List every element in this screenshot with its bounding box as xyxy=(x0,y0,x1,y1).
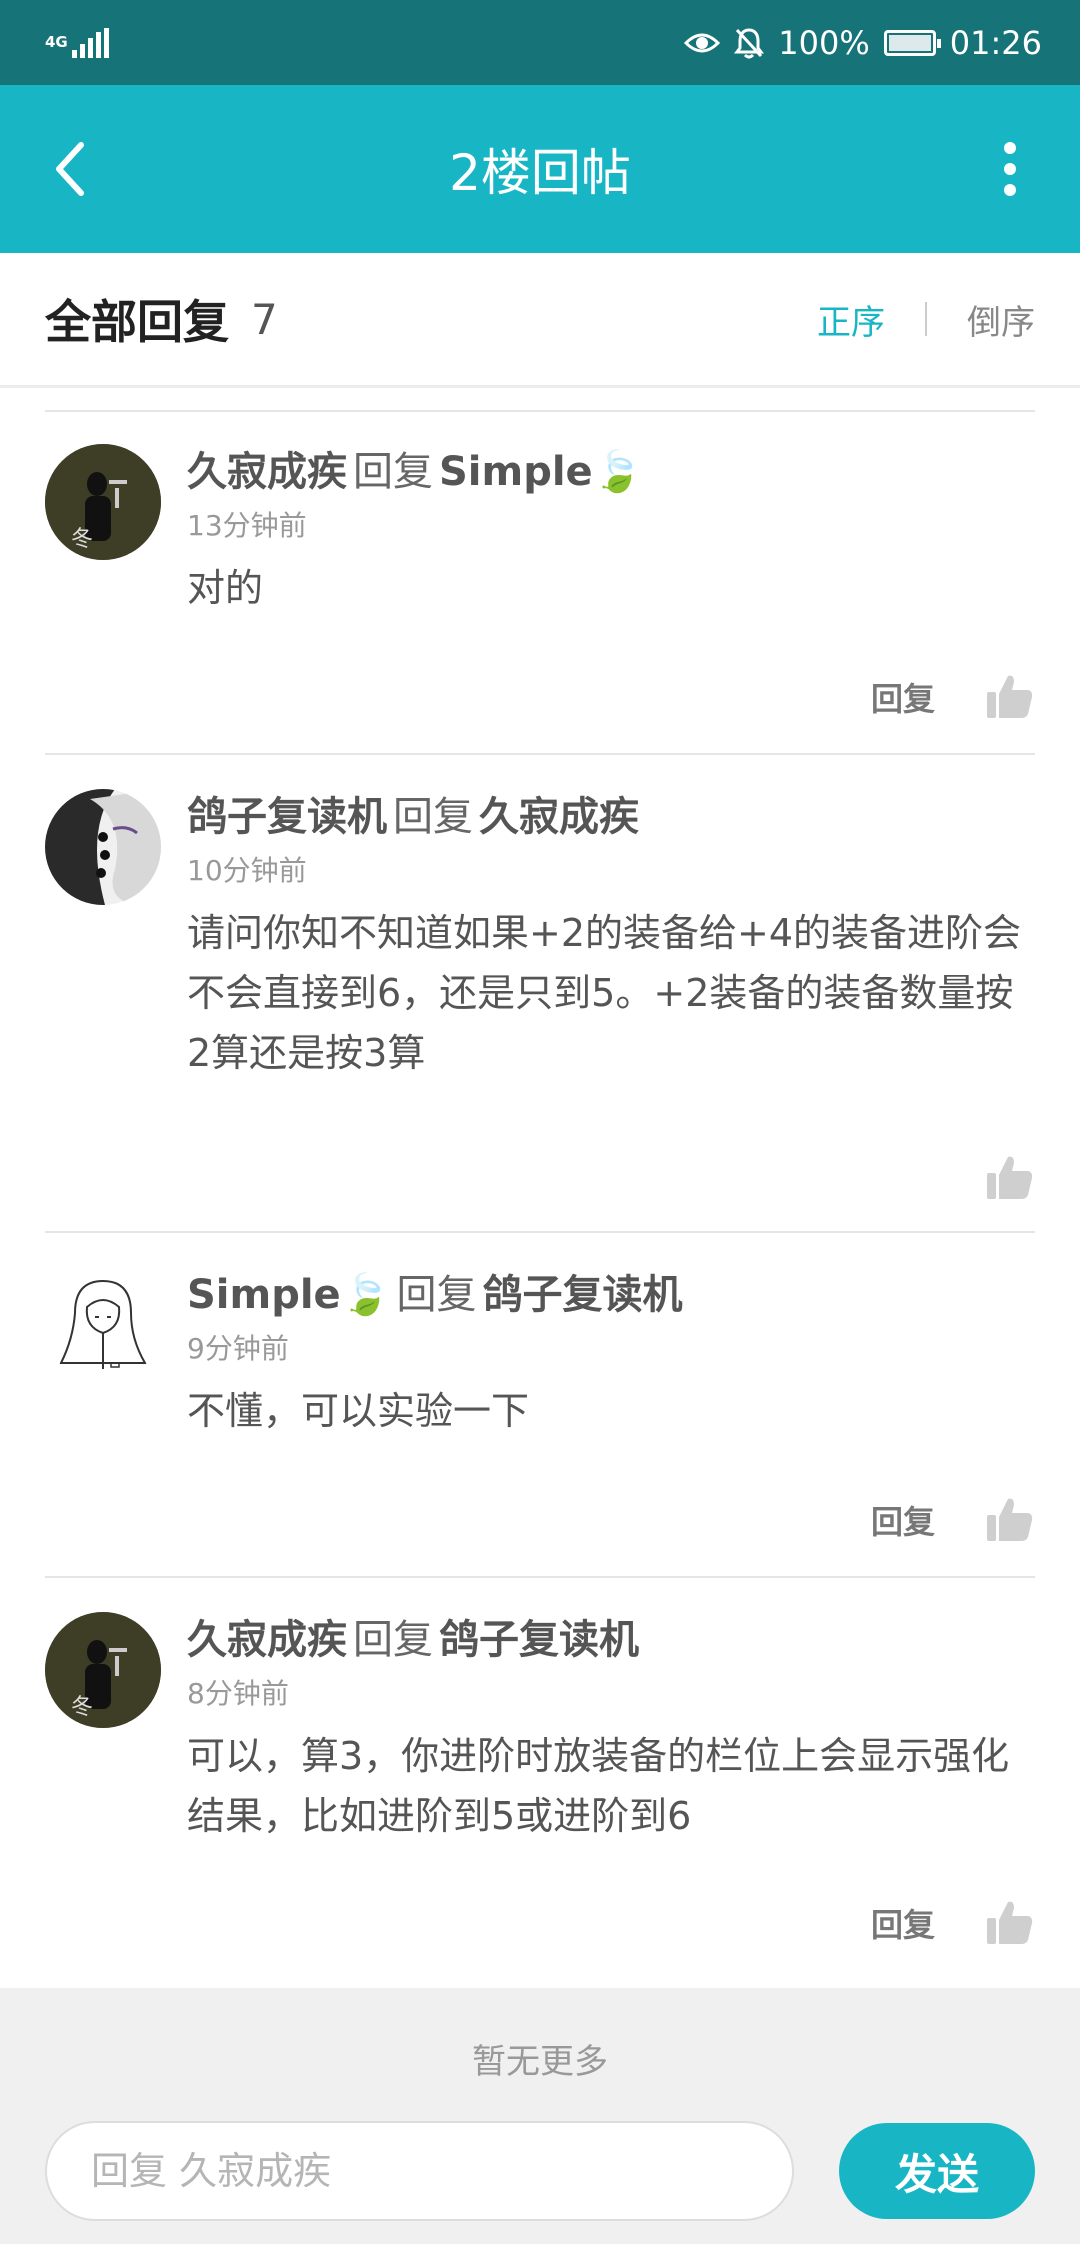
all-replies-label: 全部回复 xyxy=(45,295,229,349)
page-title: 2楼回帖 xyxy=(449,144,631,202)
thumbs-up-icon[interactable] xyxy=(985,1495,1035,1545)
battery-percent: 100% xyxy=(778,23,870,62)
author-name[interactable]: 鸽子复读机 xyxy=(187,794,387,840)
reply-target-name[interactable]: 久寂成疾 xyxy=(479,794,639,840)
signal-indicator: 4G xyxy=(45,27,109,58)
comment-item: 冬 久寂成疾 回复 Simple🍃 13分钟前 对的 回复 xyxy=(45,410,1035,755)
clock: 01:26 xyxy=(949,23,1042,62)
reply-target-name[interactable]: 鸽子复读机 xyxy=(482,1272,682,1318)
thumbs-up-icon[interactable] xyxy=(985,1153,1035,1203)
comment-text: 对的 xyxy=(187,566,264,610)
comment-item: 冬 久寂成疾 回复 鸽子复读机 8分钟前 可以，算3，你进阶时放装备的栏位上会显示强… xyxy=(45,1578,1035,1988)
reply-input-bar: 发送 xyxy=(0,2098,1080,2244)
sort-options: 正序 倒序 xyxy=(817,295,1035,344)
avatar[interactable] xyxy=(45,789,161,905)
comment-item: 鸽子复读机 回复 久寂成疾 10分钟前 请问你知不知道如果+2的装备给+4的装备进阶… xyxy=(45,755,1035,1233)
reply-button[interactable]: 回复 xyxy=(871,1497,935,1543)
reply-target-name[interactable]: 鸽子复读机 xyxy=(439,1617,639,1663)
battery-icon xyxy=(883,29,941,56)
comment-time: 13分钟前 xyxy=(187,509,307,542)
reply-button[interactable]: 回复 xyxy=(871,674,935,720)
comment-text: 请问你知不知道如果+2的装备给+4的装备进阶会不会直接到6，还是只到5。+2装备… xyxy=(187,911,1022,1075)
title-bar: 2楼回帖 xyxy=(0,85,1080,253)
avatar[interactable]: 冬 xyxy=(45,1612,161,1728)
comment-item: Simple🍃 回复 鸽子复读机 9分钟前 不懂，可以实验一下 回复 xyxy=(45,1233,1035,1578)
sort-descending-tab[interactable]: 倒序 xyxy=(967,295,1035,344)
avatar[interactable]: 冬 xyxy=(45,444,161,560)
eye-icon xyxy=(684,33,721,52)
mute-bell-icon xyxy=(734,27,765,58)
comment-time: 9分钟前 xyxy=(187,1332,289,1365)
comment-text: 不懂，可以实验一下 xyxy=(187,1389,530,1433)
signal-icon xyxy=(71,27,109,58)
comment-text: 可以，算3，你进阶时放装备的栏位上会显示强化结果，比如进阶到5或进阶到6 xyxy=(187,1734,1010,1838)
comment-header: 久寂成疾 回复 Simple🍃 xyxy=(187,449,643,495)
network-type: 4G xyxy=(45,33,68,51)
author-name[interactable]: Simple🍃 xyxy=(187,1272,390,1318)
comment-time: 8分钟前 xyxy=(187,1677,289,1710)
reply-input[interactable] xyxy=(45,2121,794,2221)
more-options-button[interactable] xyxy=(980,129,1040,209)
comment-header: 久寂成疾 回复 鸽子复读机 xyxy=(187,1617,639,1663)
reply-button[interactable]: 回复 xyxy=(871,1900,935,1946)
author-name[interactable]: 久寂成疾 xyxy=(187,1617,347,1663)
send-button[interactable]: 发送 xyxy=(839,2123,1035,2219)
sort-ascending-tab[interactable]: 正序 xyxy=(817,295,885,344)
thumbs-up-icon[interactable] xyxy=(985,1898,1035,1948)
comment-header: Simple🍃 回复 鸽子复读机 xyxy=(187,1272,683,1318)
thumbs-up-icon[interactable] xyxy=(985,672,1035,722)
sort-divider xyxy=(925,302,927,336)
sort-bar: 全部回复 7 正序 倒序 xyxy=(0,253,1080,388)
svg-text:冬: 冬 xyxy=(71,527,93,552)
no-more-label: 暂无更多 xyxy=(0,1988,1080,2098)
chevron-left-icon xyxy=(56,142,84,196)
avatar[interactable] xyxy=(45,1267,161,1383)
author-name[interactable]: 久寂成疾 xyxy=(187,449,347,495)
comment-header: 鸽子复读机 回复 久寂成疾 xyxy=(187,794,639,840)
reply-count: 7 xyxy=(251,294,278,344)
back-button[interactable] xyxy=(40,129,100,209)
svg-text:冬: 冬 xyxy=(71,1695,93,1720)
reply-target-name[interactable]: Simple🍃 xyxy=(439,449,642,495)
comment-time: 10分钟前 xyxy=(187,854,307,887)
more-vertical-icon xyxy=(1004,142,1016,154)
status-bar: 4G 100% 01:26 xyxy=(0,0,1080,85)
